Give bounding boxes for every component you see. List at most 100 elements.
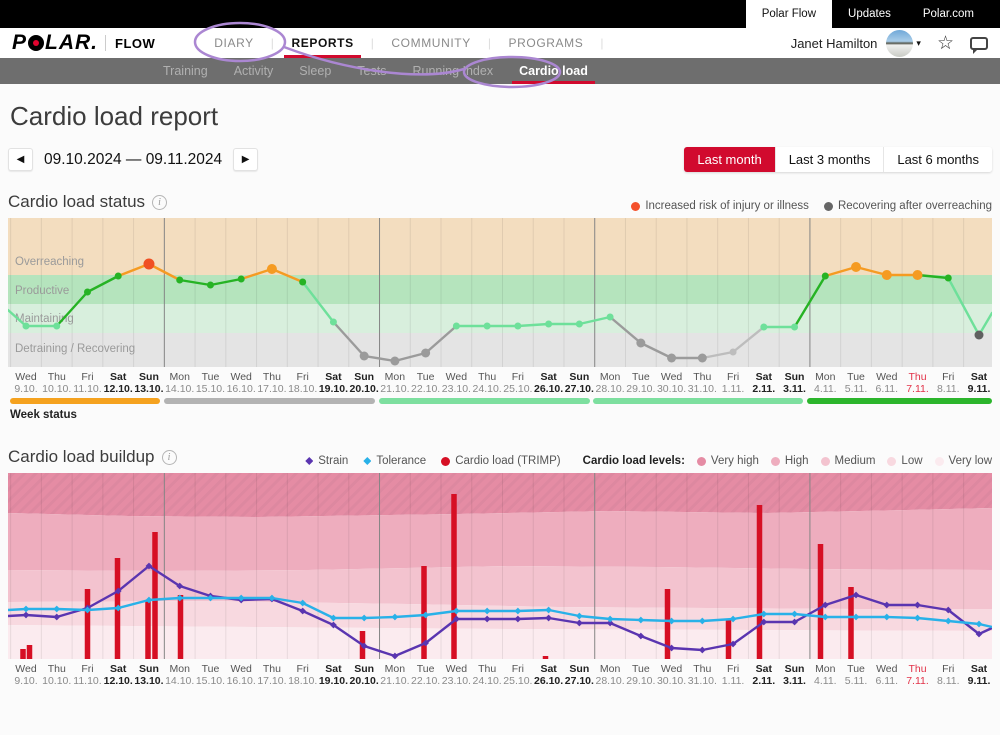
status-point-green [207, 282, 214, 289]
axis-date-label: 22.10. [411, 383, 440, 395]
legend-item-high: High [771, 455, 809, 467]
status-legend: Increased risk of injury or illness Recov… [616, 200, 992, 212]
next-period-button[interactable]: ▶ [233, 148, 258, 171]
status-point-red [143, 259, 154, 270]
zone-maintaining [8, 304, 992, 333]
axis-day-label: Thu [908, 371, 926, 383]
axis-date-label: 29.10. [626, 383, 655, 395]
date-navigation: ◀ 09.10.2024 — 09.11.2024 ▶ Last monthLa… [8, 147, 992, 172]
legend-item-low: Low [887, 455, 922, 467]
axis-day-label: Wed [661, 371, 683, 383]
logo-o-red-dot-icon [28, 35, 44, 51]
zone-detraining-recovering [8, 333, 992, 367]
nav-item-diary[interactable]: DIARY [197, 28, 270, 58]
axis-date-label: 5.11. [845, 675, 868, 687]
buildup-title-text: Cardio load buildup [8, 447, 155, 466]
axis-date-label: 26.10. [534, 383, 563, 395]
axis-date-label: 5.11. [845, 383, 868, 395]
legend-label: Strain [318, 455, 348, 467]
axis-date-label: 6.11. [875, 675, 898, 687]
axis-day-label: Sun [569, 663, 589, 675]
topbar-tab-updates[interactable]: Updates [832, 0, 907, 28]
cardio-load-buildup-chart[interactable]: Wed9.10.Thu10.10.Fri11.10.Sat12.10.Sun13… [8, 473, 992, 687]
axis-day-label: Fri [81, 663, 93, 675]
nav-item-reports[interactable]: REPORTS [274, 28, 370, 58]
axis-date-label: 11.10. [73, 383, 101, 395]
axis-day-label: Thu [263, 371, 281, 383]
axis-date-label: 30.10. [657, 383, 686, 395]
feedback-chat-icon[interactable] [970, 37, 988, 50]
subnav-item-tests[interactable]: Tests [344, 58, 399, 84]
status-title-text: Cardio load status [8, 192, 145, 211]
reports-subnav: TrainingActivitySleepTestsRunning IndexC… [0, 58, 1000, 84]
nav-item-community[interactable]: COMMUNITY [374, 28, 487, 58]
axis-day-label: Mon [169, 663, 190, 675]
subnav-item-cardio-load[interactable]: Cardio load [506, 58, 601, 84]
favorites-star-icon[interactable]: ☆ [937, 34, 954, 53]
cardio-load-levels-label: Cardio load levels: [583, 455, 685, 467]
legend-label: Cardio load (TRIMP) [455, 455, 560, 467]
avatar[interactable] [886, 30, 913, 57]
topbar-tab-polar-com[interactable]: Polar.com [907, 0, 990, 28]
subnav-item-activity[interactable]: Activity [221, 58, 287, 84]
axis-day-label: Wed [446, 371, 468, 383]
axis-day-label: Tue [847, 371, 865, 383]
range-button-last-6-months[interactable]: Last 6 months [884, 147, 992, 172]
axis-day-label: Mon [385, 663, 406, 675]
buildup-section-title: Cardio load buildup i [8, 447, 177, 467]
axis-date-label: 13.10. [134, 675, 163, 687]
subnav-item-sleep[interactable]: Sleep [286, 58, 344, 84]
axis-date-label: 24.10. [473, 675, 502, 687]
trimp-bar [145, 601, 151, 659]
axis-date-label: 2.11. [752, 675, 775, 687]
trimp-bar [757, 505, 763, 659]
legend-item-tolerance: Tolerance [363, 455, 426, 467]
status-point-gray [421, 349, 430, 358]
week-status-bar [10, 398, 160, 404]
status-point-lightgreen [545, 321, 552, 328]
legend-label: Medium [835, 455, 876, 467]
topbar-tab-polar-flow[interactable]: Polar Flow [746, 0, 832, 28]
band-hatch-overlay [8, 473, 992, 517]
axis-date-label: 1.11. [722, 675, 745, 687]
axis-day-label: Sun [354, 371, 374, 383]
subnav-item-running-index[interactable]: Running Index [399, 58, 506, 84]
axis-date-label: 8.11. [937, 675, 960, 687]
cardio-load-status-chart[interactable]: OverreachingProductiveMaintainingDetrain… [8, 218, 992, 408]
axis-day-label: Mon [600, 371, 621, 383]
range-button-last-month[interactable]: Last month [684, 147, 775, 172]
axis-day-label: Sat [971, 371, 988, 383]
status-point-orange [851, 262, 861, 272]
legend-label: Increased risk of injury or illness [645, 200, 809, 212]
axis-day-label: Tue [632, 371, 650, 383]
status-section-title: Cardio load status i [8, 192, 167, 212]
nav-right: Janet Hamilton ▾ ☆ [791, 30, 988, 57]
chevron-down-icon[interactable]: ▾ [916, 38, 921, 49]
dot-icon [887, 457, 896, 466]
legend-label: Recovering after overreaching [838, 200, 992, 212]
legend-label: Very low [949, 455, 992, 467]
axis-day-label: Thu [48, 663, 66, 675]
axis-date-label: 17.10. [257, 675, 286, 687]
prev-period-button[interactable]: ◀ [8, 148, 33, 171]
axis-day-label: Sat [540, 663, 557, 675]
nav-item-programs[interactable]: PROGRAMS [492, 28, 601, 58]
subnav-item-training[interactable]: Training [150, 58, 221, 84]
axis-date-label: 20.10. [350, 675, 379, 687]
info-icon[interactable]: i [162, 450, 177, 465]
axis-day-label: Fri [512, 371, 524, 383]
axis-day-label: Mon [600, 663, 621, 675]
axis-date-label: 9.10. [14, 383, 37, 395]
trimp-bar [726, 619, 732, 659]
axis-day-label: Sun [139, 663, 159, 675]
range-button-last-3-months[interactable]: Last 3 months [776, 147, 885, 172]
polar-logo[interactable]: P LAR. [12, 31, 98, 55]
legend-item-strain: Strain [305, 455, 348, 467]
range-button-group: Last monthLast 3 monthsLast 6 months [684, 147, 992, 172]
axis-day-label: Sat [971, 663, 988, 675]
axis-day-label: Wed [661, 663, 683, 675]
zone-productive [8, 275, 992, 304]
legend-item-increased-risk-of-injury-or-illness: Increased risk of injury or illness [631, 200, 809, 212]
user-name[interactable]: Janet Hamilton [791, 36, 878, 51]
info-icon[interactable]: i [152, 195, 167, 210]
